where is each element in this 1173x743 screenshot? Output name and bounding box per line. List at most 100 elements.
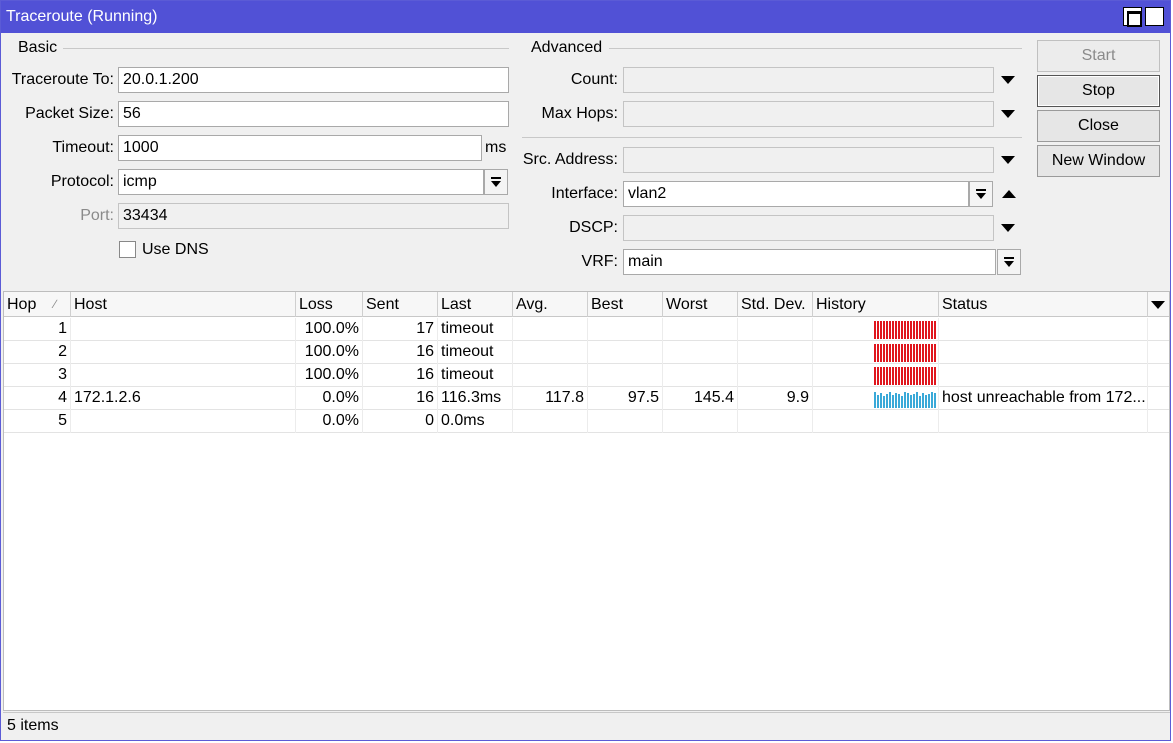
- new-window-button[interactable]: New Window: [1037, 145, 1160, 177]
- history-bar: [895, 321, 897, 339]
- vrf-select[interactable]: main: [623, 249, 996, 275]
- history-bar: [919, 344, 921, 362]
- cell-std-dev: [738, 341, 813, 364]
- history-bar: [931, 392, 933, 408]
- cell-loss: 100.0%: [296, 341, 363, 364]
- column-status[interactable]: Status: [939, 292, 1148, 317]
- timeout-field[interactable]: 1000: [118, 135, 482, 161]
- cell-last: 0.0ms: [438, 410, 513, 433]
- history-bar: [889, 321, 891, 339]
- cell-best: [588, 410, 663, 433]
- max-hops-dropdown-icon[interactable]: [1001, 110, 1015, 118]
- column-loss[interactable]: Loss: [296, 292, 363, 317]
- basic-group-label: Basic: [18, 39, 58, 56]
- history-bar: [925, 344, 927, 362]
- protocol-select[interactable]: icmp: [118, 169, 484, 195]
- cell-host: [71, 364, 296, 387]
- cell-hop: 1: [4, 318, 71, 341]
- history-bar: [883, 321, 885, 339]
- history-bar: [883, 367, 885, 385]
- cell-sent: 16: [363, 364, 438, 387]
- close-button[interactable]: Close: [1037, 110, 1160, 142]
- column-std-dev[interactable]: Std. Dev.: [738, 292, 813, 317]
- history-bar: [925, 367, 927, 385]
- history-bar: [913, 344, 915, 362]
- packet-size-label: Packet Size:: [25, 105, 114, 122]
- cell-best: [588, 318, 663, 341]
- cell-avg: [513, 318, 588, 341]
- cell-worst: [663, 341, 738, 364]
- column-host[interactable]: Host: [71, 292, 296, 317]
- cell-status: [939, 341, 1148, 364]
- count-field[interactable]: [623, 67, 994, 93]
- advanced-group-label: Advanced: [531, 39, 603, 56]
- max-hops-field[interactable]: [623, 101, 994, 127]
- stop-button[interactable]: Stop: [1037, 75, 1160, 107]
- cell-last: timeout: [438, 341, 513, 364]
- count-dropdown-icon[interactable]: [1001, 76, 1015, 84]
- cell-loss: 100.0%: [296, 364, 363, 387]
- history-bar: [913, 367, 915, 385]
- history-bar: [895, 344, 897, 362]
- traceroute-to-field[interactable]: 20.0.1.200: [118, 67, 509, 93]
- cell-hop: 2: [4, 341, 71, 364]
- history-bar: [904, 344, 906, 362]
- history-bar: [922, 367, 924, 385]
- interface-dropdown-icon[interactable]: [969, 181, 993, 207]
- column-hop[interactable]: Hop ∕: [4, 292, 71, 317]
- history-bar: [916, 344, 918, 362]
- table-row[interactable]: 5 0.0% 0 0.0ms: [4, 410, 1169, 433]
- close-icon[interactable]: ✕: [1145, 7, 1164, 26]
- vrf-dropdown-icon[interactable]: [997, 249, 1021, 275]
- title-bar[interactable]: Traceroute (Running) ✕: [1, 1, 1170, 33]
- cell-loss: 100.0%: [296, 318, 363, 341]
- table-row[interactable]: 3 100.0% 16 timeout: [4, 364, 1169, 387]
- history-bar: [901, 367, 903, 385]
- column-sent[interactable]: Sent: [363, 292, 438, 317]
- column-history[interactable]: History: [813, 292, 939, 317]
- packet-size-field[interactable]: 56: [118, 101, 509, 127]
- dscp-field[interactable]: [623, 215, 994, 241]
- status-bar: 5 items: [3, 712, 1170, 738]
- column-best[interactable]: Best: [588, 292, 663, 317]
- history-bar: [874, 392, 876, 408]
- count-label: Count:: [570, 71, 618, 88]
- cell-loss: 0.0%: [296, 387, 363, 410]
- interface-select[interactable]: vlan2: [623, 181, 969, 207]
- interface-collapse-icon[interactable]: [1002, 190, 1016, 198]
- history-bar: [934, 344, 936, 362]
- src-address-dropdown-icon[interactable]: [1001, 156, 1015, 164]
- column-avg[interactable]: Avg.: [513, 292, 588, 317]
- cell-best: [588, 341, 663, 364]
- use-dns-checkbox[interactable]: [119, 241, 136, 258]
- column-last[interactable]: Last: [438, 292, 513, 317]
- cell-best: [588, 364, 663, 387]
- column-worst[interactable]: Worst: [663, 292, 738, 317]
- start-button[interactable]: Start: [1037, 40, 1160, 72]
- history-bar: [880, 321, 882, 339]
- cell-status: [939, 318, 1148, 341]
- history-sparkline: [874, 321, 938, 339]
- table-row[interactable]: 2 100.0% 16 timeout: [4, 341, 1169, 364]
- cell-worst: [663, 364, 738, 387]
- history-bar: [883, 396, 885, 408]
- src-address-field[interactable]: [623, 147, 994, 173]
- table-row[interactable]: 4 172.1.2.6 0.0% 16 116.3ms 117.8 97.5 145.4 9.9…: [4, 387, 1169, 410]
- vrf-label: VRF:: [581, 253, 618, 270]
- history-bar: [910, 367, 912, 385]
- cell-avg: [513, 364, 588, 387]
- history-bar: [910, 344, 912, 362]
- history-bar: [901, 321, 903, 339]
- cell-avg: [513, 410, 588, 433]
- history-bar: [922, 321, 924, 339]
- cell-status: [939, 364, 1148, 387]
- cell-sent: 16: [363, 341, 438, 364]
- maximize-icon[interactable]: [1123, 7, 1142, 27]
- table-row[interactable]: 1 100.0% 17 timeout: [4, 318, 1169, 341]
- cell-std-dev: [738, 410, 813, 433]
- dscp-dropdown-icon[interactable]: [1001, 224, 1015, 232]
- cell-host: [71, 341, 296, 364]
- history-bar: [898, 367, 900, 385]
- columns-menu-icon[interactable]: [1148, 292, 1169, 317]
- history-bar: [934, 393, 936, 408]
